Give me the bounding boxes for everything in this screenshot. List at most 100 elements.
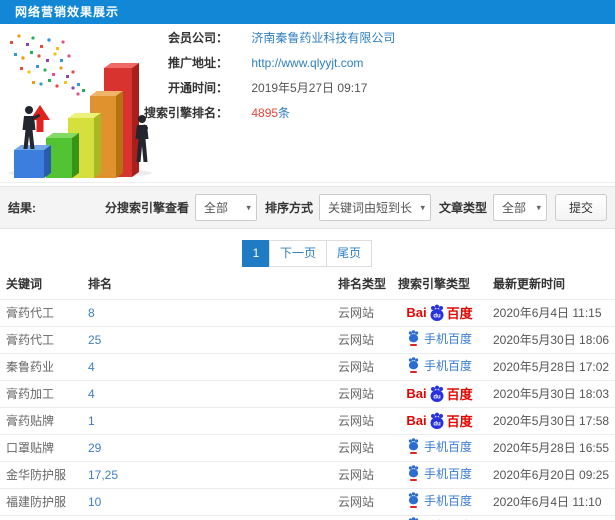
keyword-cell: 膏药贴牌 [0, 406, 82, 434]
page-last-button[interactable]: 尾页 [326, 240, 373, 267]
rank-type-cell: 云网站 [332, 298, 392, 326]
mobile-baidu-paw-icon [408, 356, 419, 373]
updated-cell: 2020年5月30日 18:03 [487, 379, 615, 407]
rank-cell: 4 [82, 352, 332, 380]
rank-type-cell: 云网站 [332, 433, 392, 461]
keyword-cell: 金华防护服 [0, 460, 82, 488]
keyword-cell: 膏药代工 [0, 298, 82, 326]
keyword-cell: 膏药代工 [0, 325, 82, 353]
rank-type-cell: 云网站 [332, 406, 392, 434]
bar-chart-illustration [8, 34, 152, 178]
table-row: 福建防护服 10 云网站 手机百度 2020年6月4日 11:10 [0, 487, 615, 515]
rank-cell: 17,25 [82, 460, 332, 488]
company-row: 会员公司： 济南秦鲁药业科技有限公司 [140, 26, 615, 51]
rank-count-row: 搜索引擎排名： 4895条 [140, 101, 615, 126]
baidu-paw-icon: du [430, 304, 444, 321]
table-header-row: 关键词 排名 排名类型 搜索引擎类型 最新更新时间 [0, 269, 615, 299]
engine-cell: 手机百度 [392, 325, 487, 353]
rank-link[interactable]: 29 [88, 441, 101, 455]
rank-type-cell: 云网站 [332, 460, 392, 488]
table-row: 口罩贴牌 29 云网站 手机百度 2020年5月28日 16:55 [0, 433, 615, 461]
page-current[interactable]: 1 [241, 240, 270, 267]
table-row: 膏药代工 8 云网站 Bai du 百度 2020年6月4日 11:15 [0, 298, 615, 326]
col-rank-type: 排名类型 [338, 277, 387, 292]
baidu-pc-logo: Bai du 百度 [406, 412, 473, 429]
rank-link[interactable]: 4 [88, 360, 95, 374]
updated-cell: 2020年5月28日 17:02 [487, 352, 615, 380]
rank-cell [82, 514, 332, 520]
updated-cell: 2020年5月30日 17:58 [487, 406, 615, 434]
rank-cell: 8 [82, 298, 332, 326]
updated-cell: 2020年5月28日 16:55 [487, 433, 615, 461]
updated-cell: 2020年6月4日 11:10 [487, 487, 615, 515]
page-next-button[interactable]: 下一页 [268, 240, 327, 267]
svg-text:du: du [433, 394, 441, 400]
pagination: 1 下一页 尾页 [0, 229, 615, 267]
table-row: 手机百度 [0, 514, 615, 520]
col-updated: 最新更新时间 [493, 277, 566, 292]
engine-cell: Bai du 百度 [392, 379, 487, 407]
rank-link[interactable]: 25 [88, 333, 101, 347]
engine-view-select[interactable]: 全部 [194, 194, 257, 221]
open-time-value: 2019年5月27日 09:17 [251, 81, 368, 95]
mobile-baidu-label: 手机百度 [423, 331, 472, 346]
updated-cell [487, 514, 615, 520]
mobile-baidu-paw-icon [408, 516, 419, 520]
table-row: 膏药加工 4 云网站 Bai du 百度 2020年5月30日 18:03 [0, 379, 615, 407]
mobile-baidu-paw-icon [408, 464, 419, 481]
keyword-cell: 膏药加工 [0, 379, 82, 407]
mobile-baidu-paw-icon [408, 437, 419, 454]
svg-text:du: du [433, 313, 441, 319]
article-type-label: 文章类型 [438, 201, 487, 215]
rank-link[interactable]: 17,25 [88, 468, 118, 482]
keyword-cell [0, 514, 82, 520]
keyword-cell: 秦鲁药业 [0, 352, 82, 380]
rank-count-value: 4895 [251, 106, 279, 120]
table-row: 膏药代工 25 云网站 手机百度 2020年5月30日 18:06 [0, 325, 615, 353]
updated-cell: 2020年6月20日 09:25 [487, 460, 615, 488]
mobile-baidu-label: 手机百度 [423, 466, 472, 481]
rank-link[interactable]: 4 [88, 387, 95, 401]
updated-cell: 2020年5月30日 18:06 [487, 325, 615, 353]
result-label: 结果: [8, 201, 36, 215]
article-type-select[interactable]: 全部 [492, 194, 547, 221]
rank-link[interactable]: 10 [88, 495, 101, 509]
svg-text:du: du [433, 421, 441, 427]
updated-cell: 2020年6月4日 11:15 [487, 298, 615, 326]
baidu-mobile-logo: 手机百度 [407, 329, 472, 347]
mobile-baidu-label: 手机百度 [423, 439, 472, 454]
rank-type-cell: 云网站 [332, 325, 392, 353]
open-time-row: 开通时间： 2019年5月27日 09:17 [140, 76, 615, 101]
rank-link[interactable]: 8 [88, 306, 95, 320]
results-table: 关键词 排名 排名类型 搜索引擎类型 最新更新时间 膏药代工 8 云网站 Bai… [0, 269, 615, 520]
mobile-baidu-label: 手机百度 [424, 517, 472, 520]
rank-cell: 4 [82, 379, 332, 407]
engine-cell: 手机百度 [392, 514, 487, 520]
sort-label: 排序方式 [264, 201, 313, 215]
table-body: 膏药代工 8 云网站 Bai du 百度 2020年6月4日 11:15 膏药代… [0, 298, 615, 520]
baidu-mobile-logo: 手机百度 [407, 516, 472, 520]
rank-type-cell: 云网站 [332, 487, 392, 515]
rank-cell: 29 [82, 433, 332, 461]
table-row: 膏药贴牌 1 云网站 Bai du 百度 2020年5月30日 17:58 [0, 406, 615, 434]
member-info-panel: 会员公司： 济南秦鲁药业科技有限公司 推广地址： http://www.qlyy… [0, 24, 615, 183]
baidu-mobile-logo: 手机百度 [407, 491, 472, 509]
mobile-baidu-label: 手机百度 [423, 358, 472, 373]
engine-cell: 手机百度 [392, 433, 487, 461]
baidu-pc-logo: Bai du 百度 [406, 385, 473, 402]
rank-link[interactable]: 1 [88, 414, 95, 428]
sort-select[interactable]: 关键词由短到长排序 [318, 194, 431, 221]
engine-view-label: 分搜索引擎查看 [104, 201, 189, 215]
mobile-baidu-label: 手机百度 [423, 493, 472, 508]
baidu-paw-icon: du [430, 385, 444, 402]
baidu-mobile-logo: 手机百度 [407, 437, 472, 455]
mobile-baidu-paw-icon [408, 329, 419, 346]
engine-cell: Bai du 百度 [392, 406, 487, 434]
col-engine-type: 搜索引擎类型 [398, 277, 471, 292]
submit-button[interactable]: 提交 [554, 194, 607, 221]
keyword-cell: 福建防护服 [0, 487, 82, 515]
company-link[interactable]: 济南秦鲁药业科技有限公司 [251, 31, 395, 45]
baidu-mobile-logo: 手机百度 [407, 356, 472, 374]
promo-url-link[interactable]: http://www.qlyyjt.com [251, 56, 363, 70]
col-rank: 排名 [88, 277, 113, 292]
